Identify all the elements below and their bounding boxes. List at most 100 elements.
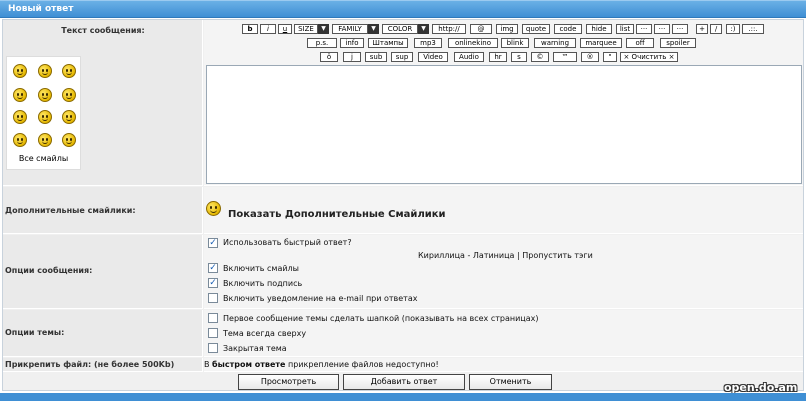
enable-smilies-label: Включить смайлы	[223, 264, 299, 273]
closed-topic-checkbox[interactable]	[208, 343, 218, 353]
info-button[interactable]: info	[340, 38, 364, 48]
mp3-button[interactable]: mp3	[414, 38, 442, 48]
message-label-cell: Текст сообщения: Все смайлы	[3, 20, 203, 186]
message-textarea[interactable]	[206, 65, 802, 184]
copyright-button[interactable]: ©	[531, 52, 549, 62]
translit-links[interactable]: Кириллица - Латиница | Пропустить тэги	[418, 251, 593, 260]
message-options-label: Опции сообщения:	[5, 266, 93, 275]
list-item-button[interactable]: +	[696, 24, 708, 34]
neutral-smiley-icon[interactable]	[38, 88, 52, 102]
header-post-label: Первое сообщение темы сделать шапкой (по…	[223, 314, 539, 323]
translit-button[interactable]: .::.	[742, 24, 764, 34]
happy-smiley-icon[interactable]	[38, 110, 52, 124]
email-notify-checkbox[interactable]	[208, 293, 218, 303]
marquee-button[interactable]: marquee	[580, 38, 622, 48]
size-select[interactable]: SIZE	[294, 24, 318, 34]
confused-smiley-icon[interactable]	[62, 133, 76, 147]
attach-cell: В быстром ответе прикрепление файлов нед…	[204, 358, 803, 372]
attach-label: Прикрепить файл: (не более 500Kb)	[5, 360, 175, 369]
align-left-button[interactable]: ···	[636, 24, 652, 34]
header-post-checkbox[interactable]	[208, 313, 218, 323]
smilies-panel: Все смайлы	[6, 56, 81, 170]
enable-smilies-checkbox[interactable]: ✓	[208, 263, 218, 273]
always-top-label: Тема всегда сверху	[223, 329, 307, 338]
message-options-cell: ✓ Использовать быстрый ответ? Кириллица …	[204, 235, 803, 309]
attach-note-suffix: прикрепление файлов недоступно!	[288, 360, 439, 369]
all-smilies-link[interactable]: Все смайлы	[7, 154, 80, 163]
form-title: Новый ответ	[8, 4, 74, 14]
form-header: Новый ответ	[0, 0, 806, 18]
list-button[interactable]: list	[616, 24, 634, 34]
grin-smiley-icon[interactable]	[38, 64, 52, 78]
url-button[interactable]: http://	[432, 24, 466, 34]
extra-smilies-label: Дополнительные смайлики:	[5, 206, 136, 215]
audio-button[interactable]: Audio	[454, 52, 484, 62]
hide-button[interactable]: hide	[586, 24, 612, 34]
enable-signature-checkbox[interactable]: ✓	[208, 278, 218, 288]
off-button[interactable]: off	[626, 38, 654, 48]
wink-smiley-icon[interactable]	[38, 133, 52, 147]
spoiler-button[interactable]: spoiler	[660, 38, 696, 48]
trademark-button[interactable]: ™	[553, 52, 577, 62]
size-dropdown-icon[interactable]: ▼	[318, 24, 329, 34]
sup-button[interactable]: sup	[391, 52, 413, 62]
email-notify-label: Включить уведомление на e-mail при ответ…	[223, 294, 418, 303]
hr-button[interactable]: hr	[489, 52, 507, 62]
tongue-smiley-icon[interactable]	[13, 133, 27, 147]
code-button[interactable]: code	[554, 24, 582, 34]
fast-reply-checkbox[interactable]: ✓	[208, 238, 218, 248]
cancel-button[interactable]: Отменить	[469, 374, 552, 390]
smile-smiley-icon[interactable]	[62, 88, 76, 102]
align-center-button[interactable]: ···	[654, 24, 670, 34]
email-button[interactable]: @	[470, 24, 492, 34]
blink-button[interactable]: blink	[501, 38, 529, 48]
italic-button[interactable]: i	[260, 24, 276, 34]
warning-button[interactable]: warning	[534, 38, 576, 48]
submit-reply-button[interactable]: Добавить ответ	[343, 374, 465, 390]
close-tags-button[interactable]: /	[710, 24, 722, 34]
stamps-button[interactable]: Штампы	[368, 38, 408, 48]
bold-button[interactable]: b	[242, 24, 258, 34]
color-select[interactable]: COLOR	[382, 24, 418, 34]
angry-smiley-icon[interactable]	[13, 64, 27, 78]
quote-button[interactable]: quote	[522, 24, 550, 34]
closed-topic-label: Закрытая тема	[223, 344, 287, 353]
ps-button[interactable]: p.s.	[307, 38, 337, 48]
extra-smilies-icon[interactable]	[206, 201, 221, 216]
always-top-checkbox[interactable]	[208, 328, 218, 338]
underline-button[interactable]: u	[278, 24, 292, 34]
family-dropdown-icon[interactable]: ▼	[368, 24, 379, 34]
cool-smiley-icon[interactable]	[62, 64, 76, 78]
message-text-label: Текст сообщения:	[61, 26, 145, 35]
surprised-smiley-icon[interactable]	[62, 110, 76, 124]
align-right-button[interactable]: ···	[672, 24, 688, 34]
strike-button[interactable]: s	[511, 52, 527, 62]
attach-label-cell: Прикрепить файл: (не более 500Kb)	[3, 358, 203, 372]
smile-code-button[interactable]: :)	[726, 24, 740, 34]
extra-smilies-label-cell: Дополнительные смайлики:	[3, 187, 203, 234]
family-select[interactable]: FAMILY	[332, 24, 368, 34]
fast-reply-label: Использовать быстрый ответ?	[223, 238, 352, 247]
registered-button[interactable]: ®	[581, 52, 599, 62]
img-button[interactable]: img	[496, 24, 518, 34]
sad-smiley-icon[interactable]	[13, 110, 27, 124]
topic-options-label: Опции темы:	[5, 328, 65, 337]
sub-button[interactable]: sub	[365, 52, 387, 62]
quote-mark-button[interactable]: "	[603, 52, 617, 62]
attach-note: В быстром ответе прикрепление файлов нед…	[204, 360, 439, 369]
show-extra-smilies-link[interactable]: Показать Дополнительные Смайлики	[228, 209, 446, 220]
bottom-bar	[0, 393, 806, 401]
extra-smilies-cell: Показать Дополнительные Смайлики	[204, 187, 803, 234]
video-button[interactable]: Video	[418, 52, 448, 62]
j-button[interactable]: j	[343, 52, 361, 62]
onlinekino-button[interactable]: onlinekino	[448, 38, 498, 48]
message-editor-cell: b i u SIZE ▼ FAMILY ▼ COLOR ▼ http:// @ …	[204, 20, 803, 186]
shocked-smiley-icon[interactable]	[13, 88, 27, 102]
attach-note-prefix: В	[204, 360, 210, 369]
clear-button[interactable]: × Очистить ×	[620, 52, 678, 62]
preview-button[interactable]: Просмотреть	[238, 374, 339, 390]
message-options-label-cell: Опции сообщения:	[3, 235, 203, 309]
color-dropdown-icon[interactable]: ▼	[418, 24, 429, 34]
o-umlaut-button[interactable]: ö	[320, 52, 338, 62]
topic-options-cell: Первое сообщение темы сделать шапкой (по…	[204, 310, 803, 357]
